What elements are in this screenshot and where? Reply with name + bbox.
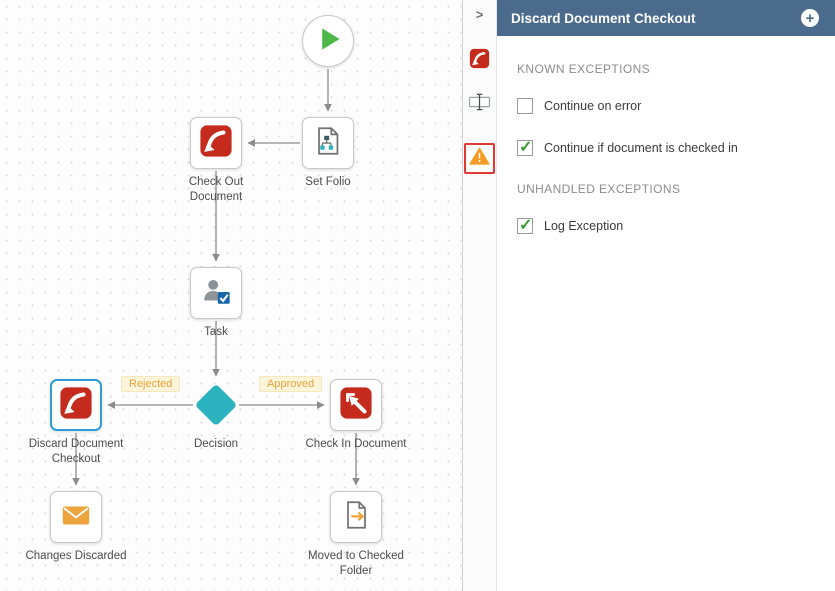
panel-toolbar: > bbox=[463, 0, 497, 591]
node-changes-discarded[interactable]: Changes Discarded bbox=[50, 491, 102, 543]
node-label: Check Out Document bbox=[176, 175, 256, 205]
set-folio-node-box[interactable] bbox=[302, 117, 354, 169]
node-start[interactable] bbox=[302, 15, 354, 67]
activity-brand-icon bbox=[469, 48, 490, 74]
activity-brand-button[interactable] bbox=[469, 48, 490, 74]
unhandled-exceptions-heading: UNHANDLED EXCEPTIONS bbox=[517, 182, 815, 196]
play-icon bbox=[303, 14, 353, 69]
workflow-designer: Rejected Approved bbox=[0, 0, 835, 591]
node-label: Changes Discarded bbox=[17, 549, 135, 564]
task-node-box[interactable] bbox=[190, 267, 242, 319]
envelope-icon bbox=[59, 498, 93, 537]
checkbox-row-continue-if-checked-in[interactable]: Continue if document is checked in bbox=[517, 140, 815, 156]
discard-node-box[interactable] bbox=[50, 379, 102, 431]
document-move-icon bbox=[339, 498, 373, 537]
task-person-icon bbox=[199, 274, 233, 313]
log-exception-checkbox[interactable] bbox=[517, 218, 533, 234]
checkbox-label: Continue on error bbox=[544, 99, 641, 113]
node-label: Set Folio bbox=[269, 175, 387, 190]
exceptions-tab-button[interactable] bbox=[464, 143, 495, 174]
node-label: Task bbox=[157, 325, 275, 340]
panel-body: KNOWN EXCEPTIONS Continue on error Conti… bbox=[497, 36, 835, 260]
node-check-out-document[interactable]: Check Out Document bbox=[190, 117, 242, 169]
node-decision[interactable]: Decision bbox=[190, 379, 242, 431]
start-node-box[interactable] bbox=[302, 15, 354, 67]
node-moved-to-checked-folder[interactable]: Moved to Checked Folder bbox=[330, 491, 382, 543]
folio-document-icon bbox=[311, 124, 345, 163]
decision-node-box[interactable] bbox=[190, 379, 242, 431]
add-exception-button[interactable]: + bbox=[801, 9, 819, 27]
check-out-node-box[interactable] bbox=[190, 117, 242, 169]
check-in-activity-icon bbox=[339, 386, 373, 425]
panel-header: Discard Document Checkout + bbox=[497, 0, 835, 36]
edge-label-approved: Approved bbox=[259, 376, 322, 392]
discard-checkout-activity-icon bbox=[59, 386, 93, 425]
decision-diamond-icon bbox=[195, 384, 237, 426]
rename-button[interactable] bbox=[468, 92, 491, 117]
node-label: Check In Document bbox=[297, 437, 415, 452]
warning-triangle-icon bbox=[469, 147, 490, 170]
check-out-activity-icon bbox=[199, 124, 233, 163]
collapse-panel-button[interactable]: > bbox=[476, 7, 484, 22]
edge-label-rejected: Rejected bbox=[121, 376, 180, 392]
checkbox-label: Continue if document is checked in bbox=[544, 141, 738, 155]
changes-discarded-node-box[interactable] bbox=[50, 491, 102, 543]
continue-if-checked-in-checkbox[interactable] bbox=[517, 140, 533, 156]
moved-node-box[interactable] bbox=[330, 491, 382, 543]
node-task[interactable]: Task bbox=[190, 267, 242, 319]
properties-panel: Discard Document Checkout + KNOWN EXCEPT… bbox=[497, 0, 835, 591]
panel-title: Discard Document Checkout bbox=[511, 11, 801, 26]
check-in-node-box[interactable] bbox=[330, 379, 382, 431]
workflow-canvas[interactable]: Rejected Approved bbox=[0, 0, 463, 591]
node-check-in-document[interactable]: Check In Document bbox=[330, 379, 382, 431]
checkbox-row-log-exception[interactable]: Log Exception bbox=[517, 218, 815, 234]
node-set-folio[interactable]: Set Folio bbox=[302, 117, 354, 169]
checkbox-label: Log Exception bbox=[544, 219, 623, 233]
checkbox-row-continue-on-error[interactable]: Continue on error bbox=[517, 98, 815, 114]
known-exceptions-heading: KNOWN EXCEPTIONS bbox=[517, 62, 815, 76]
rename-text-field-icon bbox=[468, 92, 491, 117]
node-label: Discard Document Checkout bbox=[17, 437, 135, 467]
node-discard-document-checkout[interactable]: Discard Document Checkout bbox=[50, 379, 102, 431]
node-label: Moved to Checked Folder bbox=[297, 549, 415, 579]
continue-on-error-checkbox[interactable] bbox=[517, 98, 533, 114]
node-label: Decision bbox=[157, 437, 275, 452]
